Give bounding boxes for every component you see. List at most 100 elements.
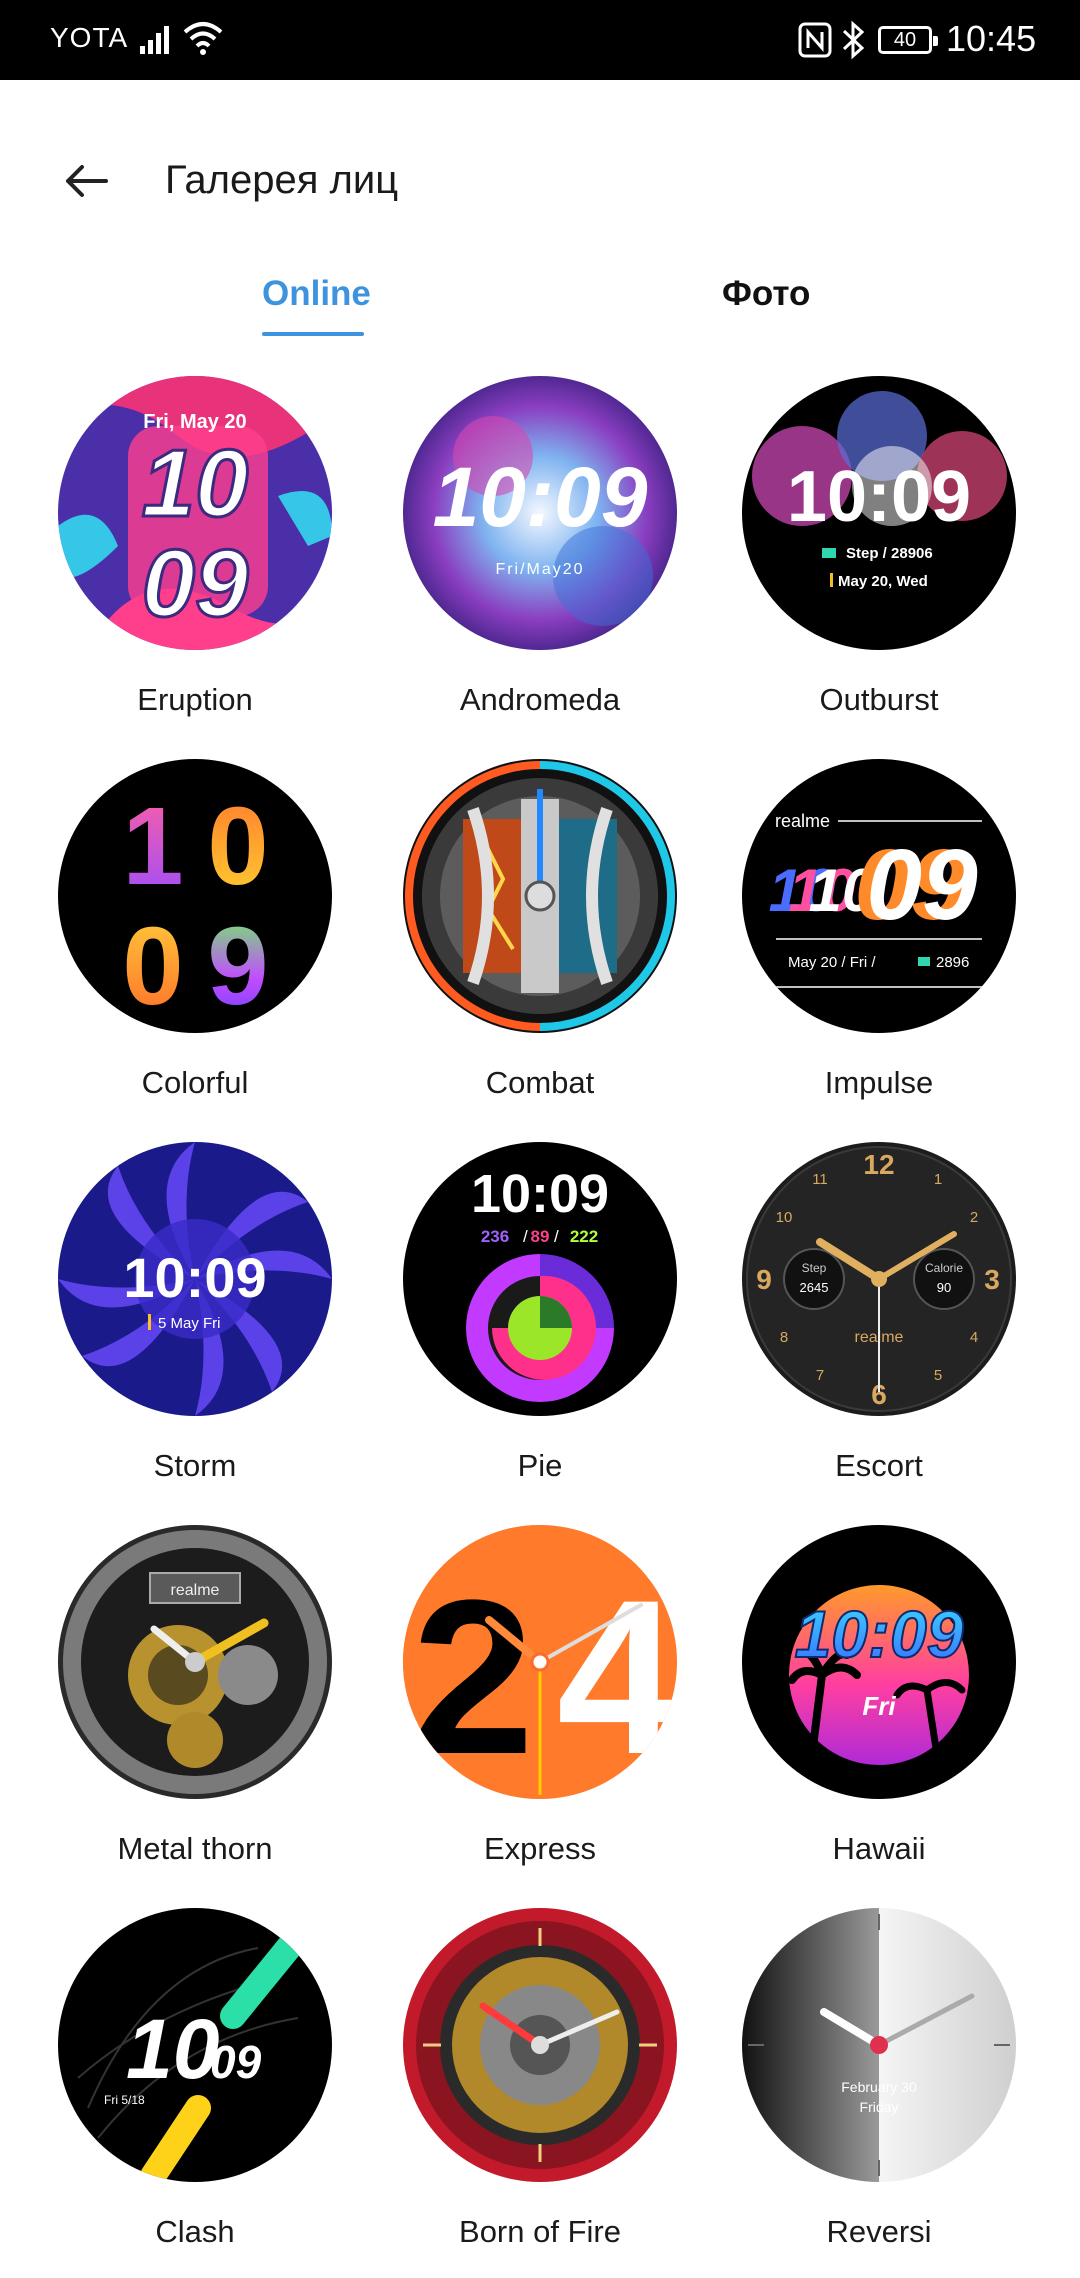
svg-text:7: 7	[816, 1367, 824, 1384]
face-name: Escort	[835, 1448, 923, 1483]
face-name: Combat	[485, 1065, 595, 1100]
face-outburst[interactable]: 10:09 Step / 28906 May 20, Wed Outburst	[709, 376, 1049, 746]
escort-3: 3	[984, 1264, 1000, 1295]
face-pie-preview: 10:09 236 / 89 / 222	[403, 1142, 677, 1416]
impulse-brand: realme	[775, 811, 830, 831]
escort-calorie-label: Calorie	[925, 1261, 963, 1275]
clash-date: Fri 5/18	[104, 2093, 145, 2107]
face-name: Clash	[155, 2214, 235, 2249]
colorful-digit-1: 1	[122, 785, 183, 908]
pie-time: 10:09	[471, 1164, 609, 1224]
face-hawaii-preview: 10:09 Fri	[742, 1525, 1016, 1799]
svg-text:4: 4	[970, 1329, 978, 1346]
escort-calorie-value: 90	[937, 1280, 951, 1295]
outburst-date: May 20, Wed	[838, 573, 928, 590]
face-reversi[interactable]: February 30 Friday Reversi	[709, 1908, 1049, 2278]
express-digit-left: 2	[412, 1554, 534, 1799]
storm-time: 10:09	[123, 1246, 266, 1309]
tab-online[interactable]: Online	[262, 274, 371, 314]
hawaii-day: Fri	[862, 1691, 896, 1721]
svg-text:2: 2	[970, 1209, 978, 1226]
eruption-hour: 10	[142, 430, 249, 537]
status-time: 10:45	[946, 18, 1037, 59]
andromeda-date: Fri/May20	[495, 561, 584, 578]
face-born-of-fire-preview	[403, 1908, 677, 2182]
face-colorful[interactable]: 1 0 0 9 Colorful	[25, 759, 365, 1129]
battery-level: 40	[893, 29, 917, 51]
nfc-icon	[798, 22, 832, 58]
face-escort-preview: 12 3 6 9 12 45 78 10 11 Step 2645 Calorie…	[742, 1142, 1016, 1416]
face-name: Pie	[517, 1448, 563, 1483]
wifi-icon	[183, 22, 223, 55]
face-name: Express	[484, 1831, 596, 1866]
face-hawaii[interactable]: 10:09 Fri Hawaii	[709, 1525, 1049, 1895]
impulse-minute: 09	[866, 829, 978, 941]
colorful-digit-4: 9	[207, 905, 268, 1028]
face-andromeda[interactable]: 10:09 Fri/May20 Andromeda	[370, 376, 710, 746]
svg-text:1: 1	[934, 1171, 942, 1188]
svg-text:11: 11	[812, 1171, 828, 1188]
pie-stat-1: 236	[481, 1227, 509, 1246]
face-name: Storm	[153, 1448, 237, 1483]
bluetooth-icon	[842, 20, 865, 60]
face-impulse-preview: realme 10 10 10 09 09 May 20 / Fri / 289…	[742, 759, 1016, 1033]
escort-step-value: 2645	[800, 1280, 829, 1295]
svg-text:5: 5	[934, 1367, 942, 1384]
face-name: Eruption	[137, 682, 253, 717]
face-clash-preview: 10 09 Fri 5/18	[58, 1908, 332, 2182]
face-colorful-preview: 1 0 0 9	[58, 759, 332, 1033]
face-storm-preview: 10:09 5 May Fri	[58, 1142, 332, 1416]
svg-text:8: 8	[780, 1329, 788, 1346]
face-combat[interactable]: Combat	[370, 759, 710, 1129]
hawaii-time: 10:09	[795, 1597, 964, 1671]
andromeda-time: 10:09	[433, 450, 648, 544]
face-clash[interactable]: 10 09 Fri 5/18 Clash	[25, 1908, 365, 2278]
tab-foto[interactable]: Фото	[722, 274, 810, 314]
face-born-of-fire[interactable]: Born of Fire	[370, 1908, 710, 2278]
battery-icon: 40	[878, 26, 938, 54]
face-name: Outburst	[819, 682, 939, 717]
face-name: Reversi	[826, 2214, 932, 2249]
face-eruption-preview: Fri, May 20 10 09	[58, 376, 332, 650]
svg-text:/: /	[554, 1227, 559, 1246]
clash-hour: 10	[126, 2002, 219, 2096]
active-tab-indicator	[262, 332, 364, 336]
face-metal-thorn[interactable]: realme Metal thorn	[25, 1525, 365, 1895]
pie-stat-3: 222	[570, 1227, 598, 1246]
clash-minute: 09	[210, 2036, 262, 2088]
face-andromeda-preview: 10:09 Fri/May20	[403, 376, 677, 650]
face-pie[interactable]: 10:09 236 / 89 / 222 Pie	[370, 1142, 710, 1512]
reversi-day: Friday	[860, 2099, 899, 2115]
face-metal-thorn-preview: realme	[58, 1525, 332, 1799]
outburst-steps: Step / 28906	[846, 545, 933, 562]
face-impulse[interactable]: realme 10 10 10 09 09 May 20 / Fri / 289…	[709, 759, 1049, 1129]
face-name: Colorful	[141, 1065, 249, 1100]
face-outburst-preview: 10:09 Step / 28906 May 20, Wed	[742, 376, 1016, 650]
svg-text:/: /	[523, 1227, 528, 1246]
outburst-time: 10:09	[787, 457, 971, 537]
face-name: Andromeda	[459, 682, 621, 717]
face-name: Hawaii	[832, 1831, 926, 1866]
face-reversi-preview: February 30 Friday	[742, 1908, 1016, 2182]
face-storm[interactable]: 10:09 5 May Fri Storm	[25, 1142, 365, 1512]
face-name: Impulse	[824, 1065, 934, 1100]
storm-date: 5 May Fri	[158, 1315, 221, 1332]
face-combat-preview	[403, 759, 677, 1033]
page-title: Галерея лиц	[165, 158, 399, 202]
signal-icon	[140, 26, 169, 54]
escort-12: 12	[863, 1149, 894, 1180]
reversi-date: February 30	[841, 2079, 917, 2095]
status-bar: YOTA 40 10:45	[0, 0, 1080, 80]
carrier-name: YOTA	[50, 22, 129, 53]
colorful-digit-2: 0	[207, 785, 268, 908]
svg-text:10: 10	[776, 1209, 793, 1226]
face-name: Metal thorn	[117, 1831, 273, 1866]
escort-9: 9	[756, 1264, 772, 1295]
back-arrow-icon[interactable]	[62, 156, 112, 206]
impulse-steps: 2896	[936, 954, 969, 971]
face-escort[interactable]: 12 3 6 9 12 45 78 10 11 Step 2645 Calorie…	[709, 1142, 1049, 1512]
face-eruption[interactable]: Fri, May 20 10 09 Eruption	[25, 376, 365, 746]
face-express[interactable]: 2 4 Express	[370, 1525, 710, 1895]
express-digit-right: 4	[557, 1554, 677, 1799]
pie-stat-2: 89	[531, 1227, 550, 1246]
